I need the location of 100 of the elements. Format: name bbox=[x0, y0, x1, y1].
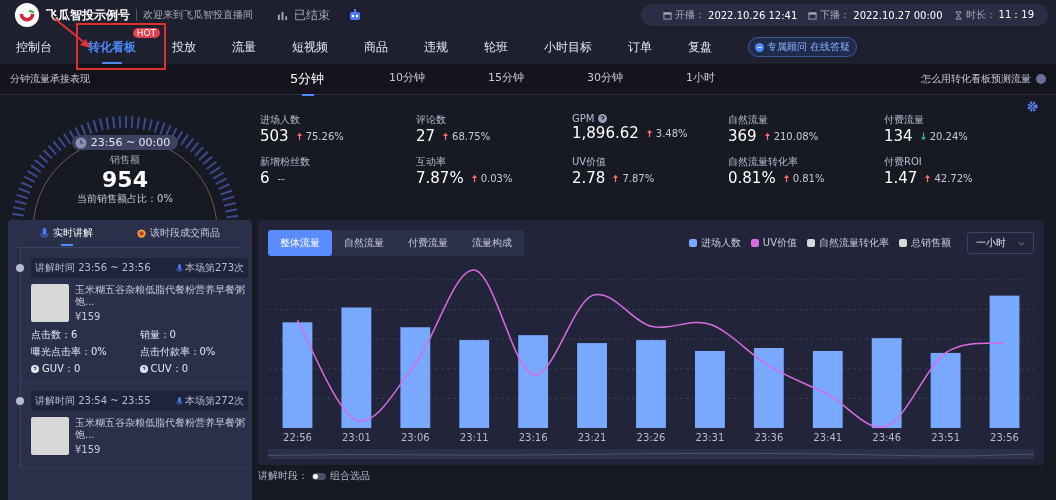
session-count: 本场第272次 bbox=[184, 394, 244, 408]
panel-tab[interactable]: 该时段成交商品 bbox=[137, 226, 220, 243]
metric-change: 0.03% bbox=[480, 172, 513, 184]
metric-label: 付费ROI bbox=[884, 155, 922, 169]
axis-label: 22:56 bbox=[282, 432, 313, 443]
chart-tab[interactable]: 付费流量 bbox=[396, 230, 460, 256]
product-title[interactable]: 玉米糊五谷杂粮低脂代餐粉营养早餐粥饱... bbox=[75, 284, 248, 308]
medal-icon bbox=[137, 227, 146, 239]
toggle-switch[interactable] bbox=[312, 472, 326, 480]
nav-tab[interactable]: 订单 bbox=[628, 32, 652, 62]
metric-value: 1,896.62 bbox=[572, 124, 639, 142]
metric-label: 新增粉丝数 bbox=[260, 155, 310, 169]
calendar-icon bbox=[663, 10, 672, 20]
session-stat: 销量：0 bbox=[139, 328, 176, 342]
session-count: 本场第273次 bbox=[184, 261, 244, 275]
live-status: 已结束 bbox=[294, 6, 330, 24]
chart-tab[interactable]: 自然流量 bbox=[332, 230, 396, 256]
hot-badge: HOT bbox=[132, 27, 160, 38]
axis-label: 23:46 bbox=[871, 432, 903, 443]
axis-label: 23:01 bbox=[340, 432, 372, 443]
settings-icon[interactable] bbox=[1027, 101, 1038, 112]
welcome-text: 欢迎来到飞瓜智投直播间 bbox=[143, 8, 253, 22]
footer-option: 组合选品 bbox=[330, 469, 370, 483]
metric-value: 1.47 bbox=[884, 169, 918, 187]
help-link[interactable]: 怎么用转化看板预测流量 bbox=[921, 72, 1031, 86]
product-title[interactable]: 玉米糊五谷杂粮低脂代餐粉营养早餐粥饱... bbox=[75, 417, 248, 441]
microphone-icon bbox=[40, 227, 49, 239]
session-time: 讲解时间 23:56 ~ 23:56 bbox=[35, 261, 152, 275]
nav-tab[interactable]: 投放 bbox=[172, 32, 196, 62]
interval-tab[interactable]: 30分钟 bbox=[587, 66, 686, 92]
duration-value: 11：19 bbox=[998, 8, 1034, 22]
product-price: ¥159 bbox=[75, 444, 102, 455]
session-stat: 点击付款率：0% bbox=[139, 345, 216, 359]
product-photo-placeholder bbox=[31, 284, 69, 322]
axis-label: 23:41 bbox=[812, 432, 844, 443]
axis-label: 23:51 bbox=[930, 432, 961, 443]
advisor-button[interactable]: 专属顾问 在线答疑 bbox=[748, 37, 858, 57]
nav-tab[interactable]: 复盘 bbox=[688, 32, 712, 62]
metric-value: 7.87% bbox=[416, 169, 464, 187]
start-label: 开播： bbox=[675, 8, 705, 22]
chat-icon bbox=[755, 42, 764, 52]
axis-label: 23:56 bbox=[989, 432, 1020, 443]
legend-label[interactable]: 进场人数 bbox=[700, 236, 741, 250]
metric-value: 2.78 bbox=[572, 169, 606, 187]
metric-value: 6 bbox=[260, 169, 270, 187]
metric-change: 20.24% bbox=[929, 130, 968, 142]
metric-label: UV价值 bbox=[572, 155, 607, 169]
axis-label: 23:06 bbox=[399, 432, 431, 443]
calendar-icon bbox=[808, 10, 818, 20]
nav-tab[interactable]: 轮班 bbox=[484, 32, 508, 62]
metric-label: 付费流量 bbox=[884, 113, 924, 127]
sales-value: 954 bbox=[102, 167, 148, 192]
legend-label[interactable]: UV价值 bbox=[762, 236, 797, 250]
metric-label: 评论数 bbox=[416, 113, 446, 127]
product-photo-placeholder bbox=[31, 417, 69, 455]
zoom-slider-drawing[interactable] bbox=[268, 449, 1034, 459]
interval-tab[interactable]: 10分钟 bbox=[389, 66, 488, 92]
microphone-icon bbox=[175, 263, 183, 273]
metric-value: 134 bbox=[884, 127, 913, 145]
metric-label: GPM bbox=[572, 113, 595, 124]
nav-tab[interactable]: 短视频 bbox=[292, 32, 328, 62]
interval-tab[interactable]: 1小时 bbox=[686, 66, 785, 92]
metric-change: 210.08% bbox=[773, 130, 819, 142]
section-title: 分钟流量承接表现 bbox=[10, 72, 91, 86]
metric-label: 自然流量转化率 bbox=[728, 155, 798, 169]
metric-value: 27 bbox=[416, 127, 436, 145]
panel-tab[interactable]: 实时讲解 bbox=[40, 226, 93, 243]
robot-icon[interactable] bbox=[348, 8, 362, 22]
start-time: 2022.10.26 12:41 bbox=[708, 9, 798, 21]
range-dropdown[interactable]: 一小时 bbox=[967, 232, 1034, 254]
metric-change: 3.48% bbox=[655, 127, 688, 139]
metric-change: 7.87% bbox=[622, 172, 655, 184]
time-range: 23:56 ~ 00:00 bbox=[90, 136, 171, 149]
nav-tab[interactable]: 流量 bbox=[232, 32, 256, 62]
interval-tab[interactable]: 15分钟 bbox=[488, 66, 587, 92]
legend-label[interactable]: 自然流量转化率 bbox=[819, 236, 889, 250]
nav-tab[interactable]: 控制台 bbox=[16, 32, 52, 62]
axis-label: 23:36 bbox=[753, 432, 785, 443]
metric-value: 503 bbox=[260, 127, 289, 145]
legend-label[interactable]: 总销售额 bbox=[911, 236, 951, 250]
nav-tab[interactable]: 小时目标 bbox=[544, 32, 592, 62]
axis-label: 23:26 bbox=[635, 432, 667, 443]
session-stat: 曝光点击率：0% bbox=[31, 345, 107, 359]
bar-chart-icon bbox=[277, 9, 288, 21]
sales-label: 销售额 bbox=[110, 153, 140, 167]
hourglass-icon bbox=[953, 10, 963, 20]
caret-icon bbox=[1018, 240, 1025, 246]
metric-change: -- bbox=[277, 172, 285, 184]
account-name: 飞瓜智投示例号 bbox=[46, 6, 130, 24]
metric-label: 互动率 bbox=[416, 155, 446, 169]
nav-tab[interactable]: 商品 bbox=[364, 32, 388, 62]
axis-label: 23:31 bbox=[694, 432, 726, 443]
nav-tab[interactable]: 违规 bbox=[424, 32, 448, 62]
metric-change: 42.72% bbox=[934, 172, 973, 184]
logo-icon bbox=[14, 2, 40, 28]
chart-tab[interactable]: 流量构成 bbox=[460, 230, 524, 256]
end-time: 2022.10.27 00:00 bbox=[853, 9, 943, 21]
duration-label: 时长： bbox=[965, 8, 996, 22]
product-price: ¥159 bbox=[75, 311, 102, 322]
metric-label: 进场人数 bbox=[260, 113, 300, 127]
